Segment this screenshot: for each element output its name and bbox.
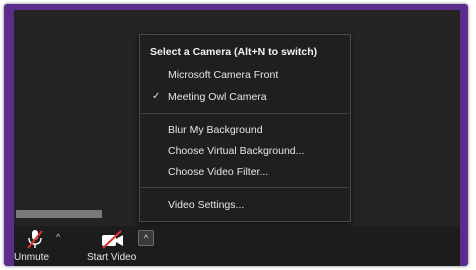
menu-divider: [141, 113, 349, 114]
camera-menu: Select a Camera (Alt+N to switch) Micros…: [139, 34, 351, 222]
camera-menu-header: Select a Camera (Alt+N to switch): [150, 46, 318, 58]
video-options-caret-icon[interactable]: ^: [138, 230, 154, 246]
microphone-muted-icon: [27, 230, 43, 249]
video-settings-option[interactable]: Video Settings...: [168, 199, 244, 211]
checkmark-icon: ✓: [152, 91, 161, 102]
camera-option-meeting-owl[interactable]: Meeting Owl Camera: [168, 91, 267, 103]
meeting-window: Select a Camera (Alt+N to switch) Micros…: [14, 10, 460, 266]
menu-divider: [141, 187, 349, 188]
video-filter-option[interactable]: Choose Video Filter...: [168, 166, 268, 178]
start-video-button[interactable]: Start Video: [80, 226, 142, 266]
video-camera-off-icon: [102, 230, 123, 249]
audio-options-caret-icon[interactable]: ^: [56, 232, 60, 242]
camera-option-microsoft-front[interactable]: Microsoft Camera Front: [168, 69, 278, 81]
unmute-button[interactable]: Unmute: [14, 226, 62, 266]
blurred-name-bar: [16, 210, 102, 218]
meeting-toolbar: Unmute ^ Start Video ^: [14, 226, 460, 266]
virtual-background-option[interactable]: Choose Virtual Background...: [168, 145, 304, 157]
unmute-label: Unmute: [14, 252, 50, 263]
blur-background-option[interactable]: Blur My Background: [168, 124, 263, 136]
start-video-label: Start Video: [87, 252, 137, 263]
